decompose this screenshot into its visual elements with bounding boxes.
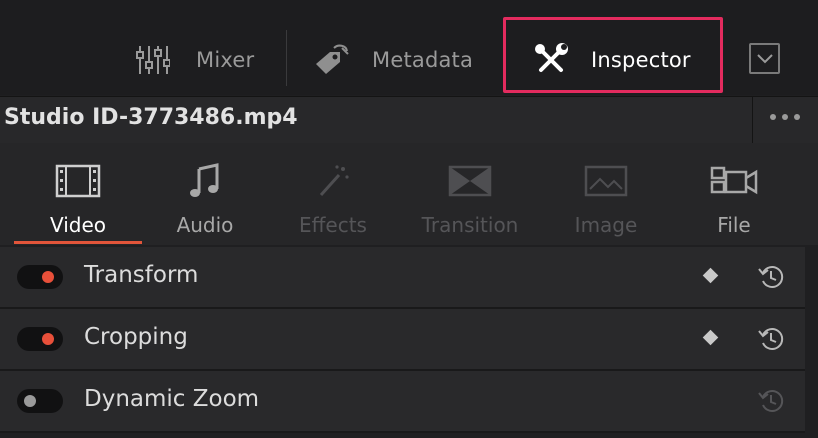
section-dynamic-zoom[interactable]: Dynamic Zoom	[0, 371, 805, 433]
film-icon	[55, 163, 101, 199]
tab-image[interactable]: Image	[566, 143, 646, 245]
collapse-panel-button[interactable]	[749, 43, 780, 74]
tab-effects[interactable]: Effects	[293, 143, 373, 245]
reset-icon[interactable]	[757, 325, 785, 353]
tab-transition[interactable]: Transition	[414, 143, 526, 245]
cropping-toggle[interactable]	[17, 327, 63, 351]
tab-file[interactable]: File	[694, 143, 774, 245]
clip-header-divider	[752, 97, 753, 143]
tab-audio-label: Audio	[176, 213, 234, 237]
music-note-icon	[187, 163, 223, 199]
section-label: Transform	[84, 262, 199, 288]
tab-image-label: Image	[574, 213, 638, 237]
keyframe-icon[interactable]	[702, 329, 719, 346]
active-tab-indicator	[14, 241, 142, 244]
tab-video[interactable]: Video	[38, 143, 118, 245]
section-label: Cropping	[84, 324, 188, 350]
magic-wand-icon	[315, 163, 351, 199]
tools-icon	[533, 42, 569, 78]
reset-icon[interactable]	[757, 263, 785, 291]
clip-title: Studio ID-3773486.mp4	[4, 105, 298, 130]
section-label: Dynamic Zoom	[84, 386, 260, 412]
mixer-button[interactable]: Mixer	[134, 32, 254, 88]
chevron-down-icon	[756, 49, 773, 68]
clip-header: Studio ID-3773486.mp4	[0, 96, 818, 144]
more-options-button[interactable]	[770, 107, 810, 127]
metadata-label: Metadata	[372, 48, 474, 72]
panel-toolbar: Mixer Metadata Inspector	[0, 0, 818, 95]
section-cropping[interactable]: Cropping	[0, 309, 805, 371]
mixer-label: Mixer	[196, 48, 255, 72]
section-transform[interactable]: Transform	[0, 247, 805, 309]
tab-audio[interactable]: Audio	[165, 143, 245, 245]
transform-toggle[interactable]	[17, 265, 63, 289]
more-horizontal-icon	[770, 114, 776, 120]
tab-file-label: File	[717, 213, 751, 237]
transition-icon	[448, 163, 492, 199]
tab-effects-label: Effects	[299, 213, 367, 237]
toolbar-divider	[286, 30, 287, 86]
metadata-tag-icon	[312, 42, 352, 78]
keyframe-icon[interactable]	[702, 267, 719, 284]
inspector-label: Inspector	[591, 48, 691, 72]
reset-icon	[757, 387, 785, 415]
image-icon	[584, 163, 628, 199]
metadata-button[interactable]: Metadata	[312, 32, 473, 88]
tab-transition-label: Transition	[421, 213, 519, 237]
tab-video-label: Video	[49, 213, 107, 237]
inspector-tabs: Video Audio Effects Transition Image Fil…	[0, 143, 818, 245]
camera-file-icon	[710, 163, 758, 199]
dynamic-zoom-toggle[interactable]	[17, 389, 63, 413]
inspector-button[interactable]: Inspector	[533, 32, 691, 88]
mixer-icon	[134, 42, 174, 78]
